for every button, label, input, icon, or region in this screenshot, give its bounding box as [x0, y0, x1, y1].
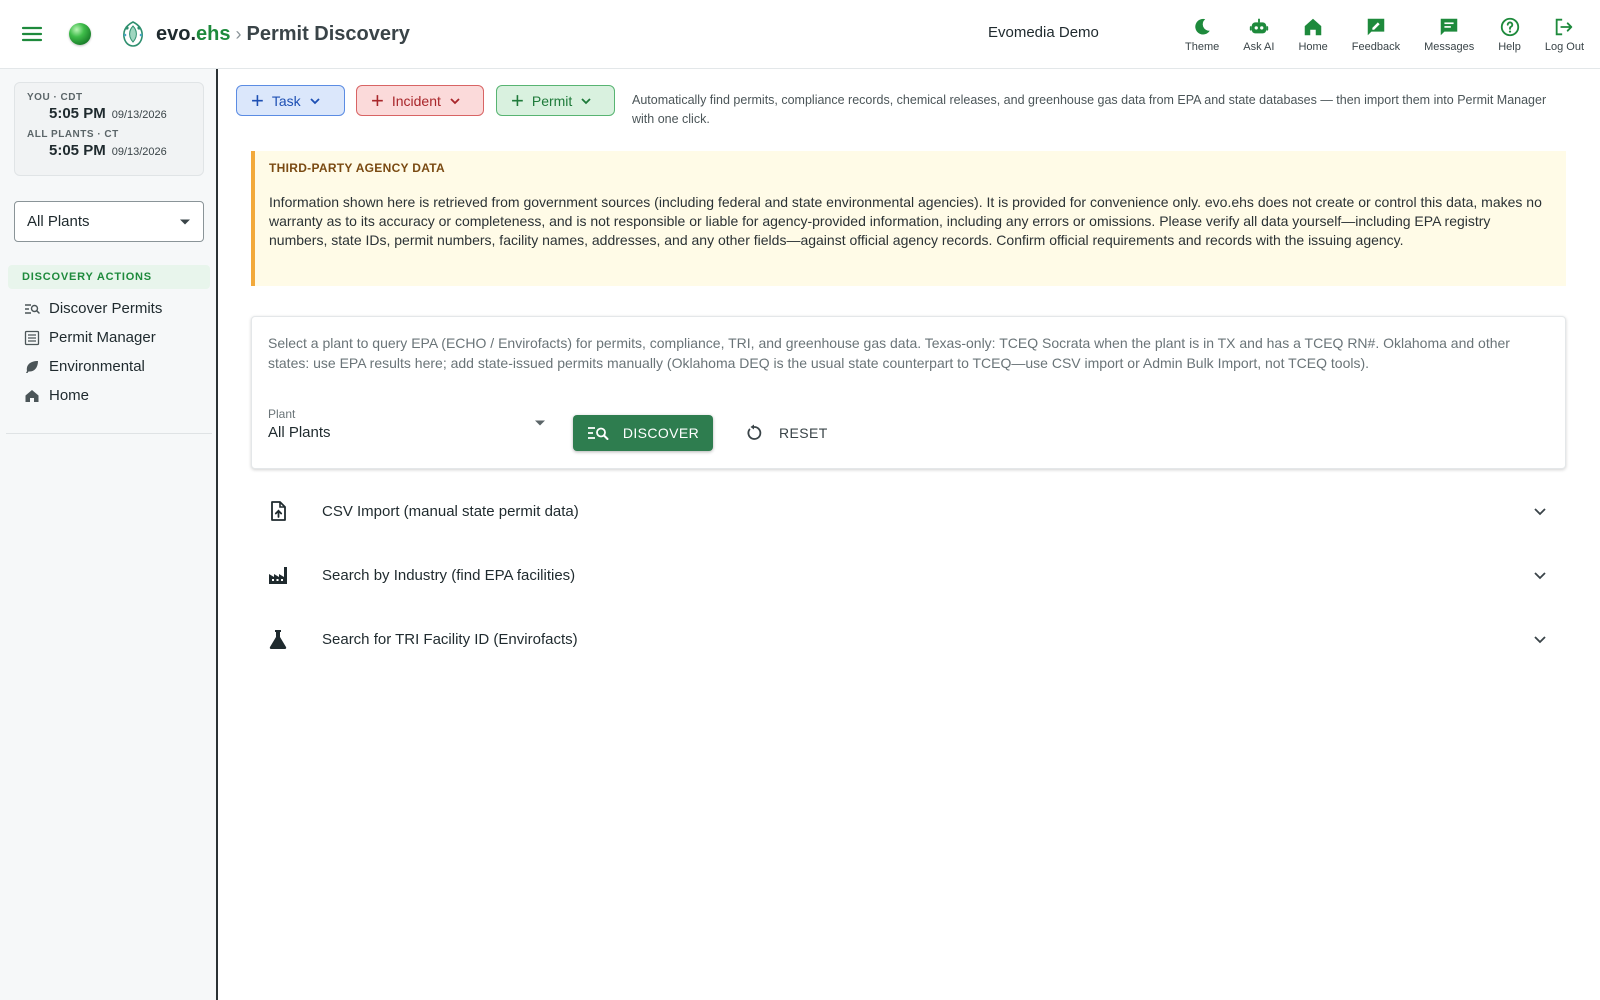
- sidebar-item-label: Permit Manager: [49, 329, 156, 346]
- add-task-label: Task: [271, 92, 301, 109]
- sidebar-item-environmental[interactable]: Environmental: [0, 352, 216, 381]
- theme-button[interactable]: Theme: [1173, 0, 1231, 69]
- add-incident-label: Incident: [391, 92, 441, 109]
- add-permit-button[interactable]: + Permit: [496, 85, 615, 116]
- sidebar-item-label: Discover Permits: [49, 300, 163, 317]
- industry-search-accordion[interactable]: Search by Industry (find EPA facilities): [251, 543, 1566, 607]
- sidebar-nav: Discover Permits Permit Manager Environm…: [0, 294, 216, 410]
- help-label: Help: [1498, 41, 1521, 53]
- status-orb-icon[interactable]: [69, 23, 91, 45]
- sidebar-item-permit-manager[interactable]: Permit Manager: [0, 323, 216, 352]
- help-button[interactable]: Help: [1486, 0, 1533, 69]
- sidebar-plant-select[interactable]: All Plants: [14, 201, 204, 242]
- home-label: Home: [1298, 41, 1328, 53]
- page-title: Permit Discovery: [246, 23, 410, 45]
- feedback-icon: [1367, 18, 1385, 36]
- caret-down-icon: [180, 219, 190, 224]
- third-party-data-notice: THIRD-PARTY AGENCY DATA Information show…: [251, 151, 1566, 286]
- sidebar-item-discover-permits[interactable]: Discover Permits: [0, 294, 216, 323]
- logout-button[interactable]: Log Out: [1533, 0, 1596, 69]
- sidebar: YOU · CDT 5:05 PM 09/13/2026 ALL PLANTS …: [0, 69, 218, 1000]
- chevron-down-icon: [450, 97, 460, 104]
- plant-select[interactable]: All Plants: [268, 424, 331, 441]
- accordion-title: Search by Industry (find EPA facilities): [322, 566, 576, 584]
- clock-plants-time: 5:05 PM: [49, 142, 106, 159]
- logout-label: Log Out: [1544, 41, 1584, 53]
- clock-card: YOU · CDT 5:05 PM 09/13/2026 ALL PLANTS …: [14, 82, 204, 176]
- sidebar-item-label: Home: [49, 387, 90, 404]
- notice-body: Information shown here is retrieved from…: [269, 194, 1542, 248]
- clock-plants-date: 09/13/2026: [111, 146, 167, 158]
- home-icon: [25, 389, 39, 402]
- add-incident-button[interactable]: + Incident: [356, 85, 484, 116]
- add-permit-label: Permit: [531, 92, 573, 109]
- chevron-down-icon: [1534, 508, 1546, 516]
- home-icon: [1304, 18, 1322, 36]
- plus-icon: +: [251, 87, 264, 113]
- clock-plants-label: ALL PLANTS · CT: [27, 129, 119, 140]
- file-upload-icon: [271, 501, 286, 521]
- reset-label: RESET: [779, 425, 828, 441]
- ask-ai-button[interactable]: Ask AI: [1231, 0, 1286, 69]
- main-content: + Task + Incident + Permit Automatically…: [218, 69, 1600, 1000]
- search-list-icon: [587, 427, 609, 440]
- sidebar-plant-value: All Plants: [27, 213, 90, 230]
- search-list-icon: [25, 303, 40, 314]
- sidebar-item-home[interactable]: Home: [0, 381, 216, 410]
- robot-icon: [1249, 18, 1269, 34]
- reset-button[interactable]: RESET: [732, 415, 842, 451]
- csv-import-accordion[interactable]: CSV Import (manual state permit data): [251, 479, 1566, 543]
- leaf-icon: [26, 360, 38, 373]
- list-icon: [24, 330, 40, 345]
- query-description: Select a plant to query EPA (ECHO / Envi…: [268, 335, 1510, 371]
- chevron-down-icon: [1534, 636, 1546, 644]
- refresh-icon: [747, 424, 762, 440]
- plus-icon: +: [511, 87, 524, 113]
- clock-you-date: 09/13/2026: [111, 109, 167, 121]
- feedback-button[interactable]: Feedback: [1340, 0, 1412, 69]
- message-icon: [1440, 18, 1458, 36]
- moon-icon: [1195, 18, 1210, 35]
- top-nav: Theme Ask AI Home Feedback Messages Help…: [1173, 0, 1596, 69]
- discover-label: DISCOVER: [622, 425, 700, 441]
- help-icon: [1500, 17, 1519, 37]
- add-task-button[interactable]: + Task: [236, 85, 345, 116]
- page-intro-text: Automatically find permits, compliance r…: [632, 93, 1547, 126]
- accordion-title: Search for TRI Facility ID (Envirofacts): [322, 630, 578, 648]
- factory-icon: [269, 567, 287, 584]
- messages-button[interactable]: Messages: [1412, 0, 1486, 69]
- chevron-down-icon: [1534, 572, 1546, 580]
- messages-label: Messages: [1424, 41, 1475, 53]
- organization-name[interactable]: Evomedia Demo: [988, 24, 1099, 41]
- notice-title: THIRD-PARTY AGENCY DATA: [269, 161, 446, 175]
- tri-facility-search-accordion[interactable]: Search for TRI Facility ID (Envirofacts): [251, 607, 1566, 671]
- plus-icon: +: [371, 87, 384, 113]
- sidebar-item-label: Environmental: [49, 358, 145, 375]
- sidebar-divider: [6, 433, 212, 434]
- chevron-down-icon: [581, 97, 591, 104]
- clock-you-label: YOU · CDT: [27, 92, 83, 103]
- plant-field-label: Plant: [268, 407, 296, 421]
- menu-icon[interactable]: [20, 22, 44, 46]
- theme-label: Theme: [1185, 41, 1220, 53]
- brand-ehs: ehs: [196, 23, 231, 45]
- discover-button[interactable]: DISCOVER: [573, 415, 713, 451]
- breadcrumb-separator: ›: [235, 24, 242, 44]
- discovery-actions-label: DISCOVERY ACTIONS: [8, 265, 210, 289]
- home-button[interactable]: Home: [1286, 0, 1339, 69]
- discovery-query-card: Select a plant to query EPA (ECHO / Envi…: [251, 316, 1566, 469]
- clock-you-time: 5:05 PM: [49, 105, 106, 122]
- brand-evo: evo.: [156, 23, 197, 45]
- accordion-title: CSV Import (manual state permit data): [322, 502, 579, 520]
- breadcrumb: evo. ehs › Permit Discovery: [156, 20, 410, 48]
- caret-down-icon[interactable]: [534, 417, 546, 429]
- logout-icon: [1556, 18, 1573, 36]
- feedback-label: Feedback: [1351, 41, 1401, 53]
- flask-icon: [269, 630, 287, 649]
- chevron-down-icon: [310, 97, 320, 104]
- top-bar: evo. ehs › Permit Discovery Evomedia Demo…: [0, 0, 1600, 69]
- ask-ai-label: Ask AI: [1243, 41, 1275, 53]
- evo-logo-icon: [120, 20, 146, 48]
